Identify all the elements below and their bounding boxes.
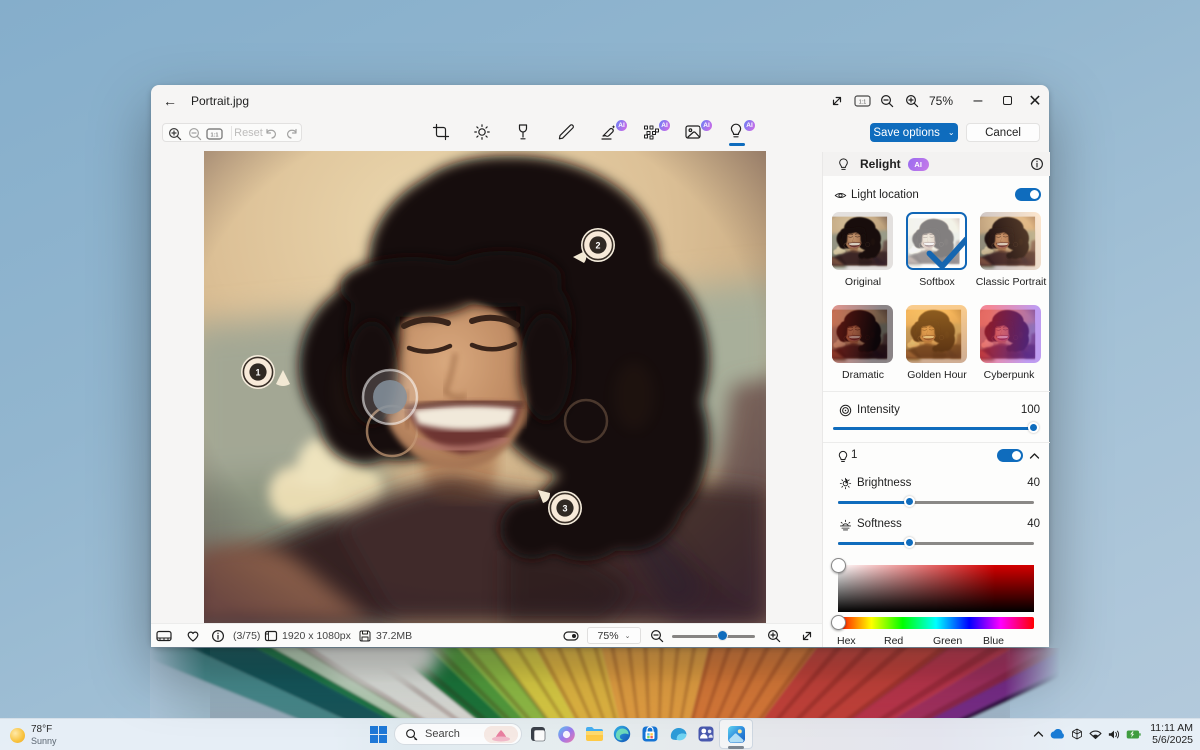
svg-text:1: 1 — [255, 368, 260, 378]
svg-text:1:1: 1:1 — [859, 99, 867, 105]
svg-text:2: 2 — [595, 241, 600, 251]
svg-text:3: 3 — [562, 504, 567, 514]
